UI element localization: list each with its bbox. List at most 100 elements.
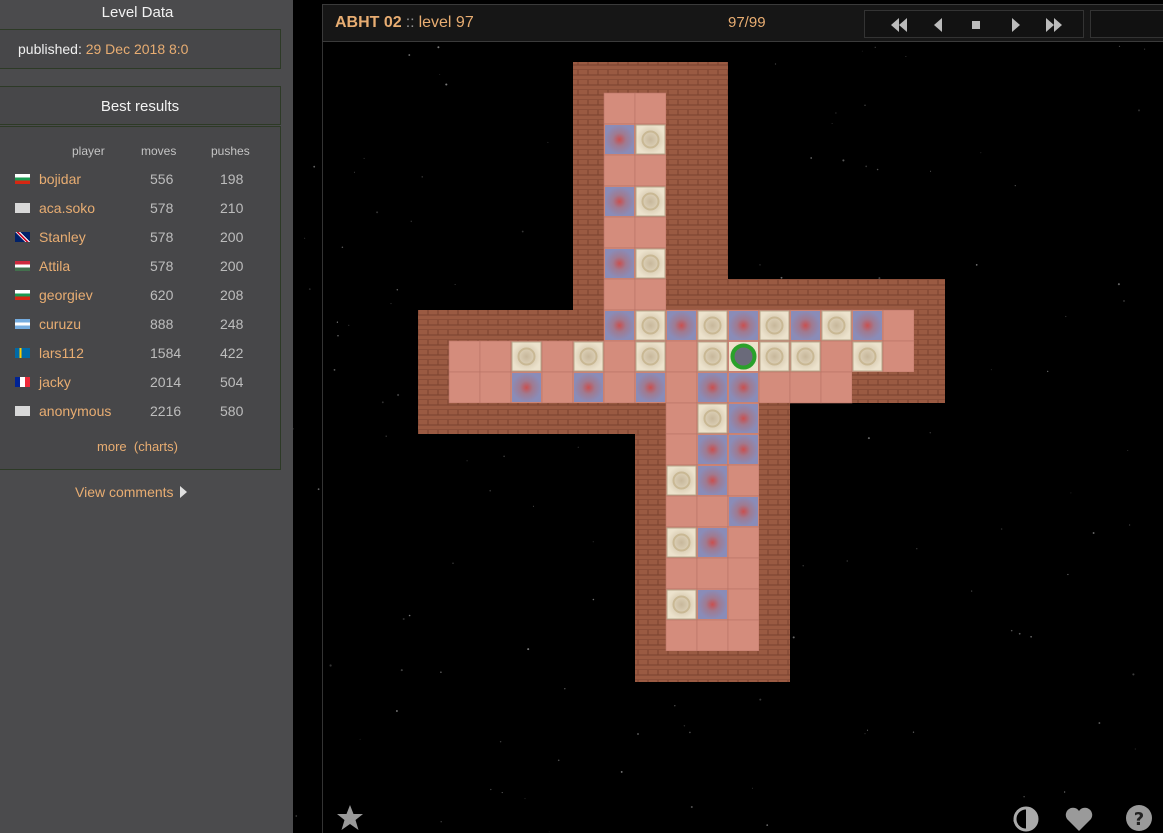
goal-tile	[574, 373, 603, 402]
wall-tile	[418, 403, 449, 434]
pushes-value: 504	[220, 374, 244, 390]
floor-tile	[665, 495, 698, 528]
published-value: 29 Dec 2018 8:0	[85, 41, 189, 57]
wall-tile	[759, 527, 790, 558]
goal-tile	[667, 311, 696, 340]
player-name[interactable]: Stanley	[39, 229, 86, 245]
moves-value: 2216	[150, 403, 182, 419]
svg-text:?: ?	[1134, 809, 1144, 830]
wall-tile	[635, 620, 666, 651]
box-tile[interactable]	[635, 341, 666, 372]
player-name[interactable]: lars112	[39, 345, 84, 361]
flag-none-icon	[15, 406, 30, 416]
charts-link[interactable]: (charts)	[134, 439, 178, 454]
wall-tile	[573, 248, 604, 279]
more-link[interactable]: more	[97, 439, 127, 454]
floor-tile	[820, 340, 853, 373]
wall-tile	[697, 279, 728, 310]
floor-tile	[727, 619, 760, 652]
pushes-value: 580	[220, 403, 244, 419]
goal-tile	[729, 497, 758, 526]
published-text: published: 29 Dec 2018 8:0	[18, 41, 188, 57]
player-name[interactable]: Attila	[39, 258, 70, 274]
box-tile[interactable]	[821, 310, 852, 341]
triangle-right-icon	[179, 486, 187, 498]
wall-tile	[635, 62, 666, 93]
player-marker[interactable]	[730, 343, 757, 370]
box-tile[interactable]	[697, 403, 728, 434]
floor-tile	[541, 371, 574, 404]
goal-tile	[605, 125, 634, 154]
wall-tile	[666, 62, 697, 93]
box-tile[interactable]	[852, 341, 883, 372]
box-tile[interactable]	[697, 341, 728, 372]
sokoban-board[interactable]	[293, 0, 1163, 833]
flag-se-icon	[15, 348, 30, 358]
flag-none-icon	[15, 203, 30, 213]
result-row: curuzu 888 248	[0, 316, 281, 336]
wall-tile	[573, 217, 604, 248]
box-tile[interactable]	[666, 589, 697, 620]
wall-tile	[852, 279, 883, 310]
goal-tile	[729, 404, 758, 433]
box-tile[interactable]	[666, 527, 697, 558]
box-tile[interactable]	[759, 341, 790, 372]
moves-value: 620	[150, 287, 174, 303]
wall-tile	[542, 310, 573, 341]
moves-value: 888	[150, 316, 174, 332]
box-tile[interactable]	[666, 465, 697, 496]
pushes-value: 208	[220, 287, 244, 303]
goal-tile	[729, 373, 758, 402]
player-name[interactable]: curuzu	[39, 316, 81, 332]
pushes-value: 198	[220, 171, 244, 187]
player-name[interactable]: georgiev	[39, 287, 93, 303]
view-comments-link[interactable]: View comments	[75, 484, 187, 500]
more-links: more (charts)	[0, 439, 275, 454]
wall-tile	[759, 465, 790, 496]
box-tile[interactable]	[573, 341, 604, 372]
floor-tile	[696, 495, 729, 528]
wall-tile	[449, 310, 480, 341]
goal-tile	[698, 373, 727, 402]
box-tile[interactable]	[635, 124, 666, 155]
wall-tile	[666, 124, 697, 155]
wall-tile	[759, 403, 790, 434]
player-name[interactable]: jacky	[39, 374, 71, 390]
box-tile[interactable]	[635, 310, 666, 341]
player-name[interactable]: anonymous	[39, 403, 111, 419]
box-tile[interactable]	[697, 310, 728, 341]
box-tile[interactable]	[790, 341, 821, 372]
goal-tile	[698, 466, 727, 495]
box-tile[interactable]	[759, 310, 790, 341]
wall-tile	[728, 279, 759, 310]
floor-tile	[448, 371, 481, 404]
help-icon[interactable]: ?	[1125, 804, 1153, 833]
result-row: anonymous 2216 580	[0, 403, 281, 423]
col-pushes: pushes	[211, 144, 250, 158]
box-tile[interactable]	[635, 248, 666, 279]
wall-tile	[790, 279, 821, 310]
flag-hu-icon	[15, 261, 30, 271]
wall-tile	[573, 155, 604, 186]
best-results-title: Best results	[100, 98, 180, 115]
wall-tile	[573, 403, 604, 434]
box-tile[interactable]	[511, 341, 542, 372]
wall-tile	[542, 403, 573, 434]
floor-tile	[448, 340, 481, 373]
goal-tile	[698, 528, 727, 557]
star-icon[interactable]	[335, 803, 365, 833]
contrast-icon[interactable]	[1012, 805, 1040, 833]
wall-tile	[635, 496, 666, 527]
floor-tile	[603, 371, 636, 404]
wall-tile	[666, 279, 697, 310]
goal-tile	[605, 187, 634, 216]
flag-fr-icon	[15, 377, 30, 387]
result-row: bojidar 556 198	[0, 171, 281, 191]
heart-icon[interactable]	[1064, 806, 1094, 833]
player-name[interactable]: aca.soko	[39, 200, 95, 216]
floor-tile	[727, 526, 760, 559]
view-comments-label: View comments	[75, 484, 174, 500]
box-tile[interactable]	[635, 186, 666, 217]
wall-tile	[635, 558, 666, 589]
player-name[interactable]: bojidar	[39, 171, 81, 187]
